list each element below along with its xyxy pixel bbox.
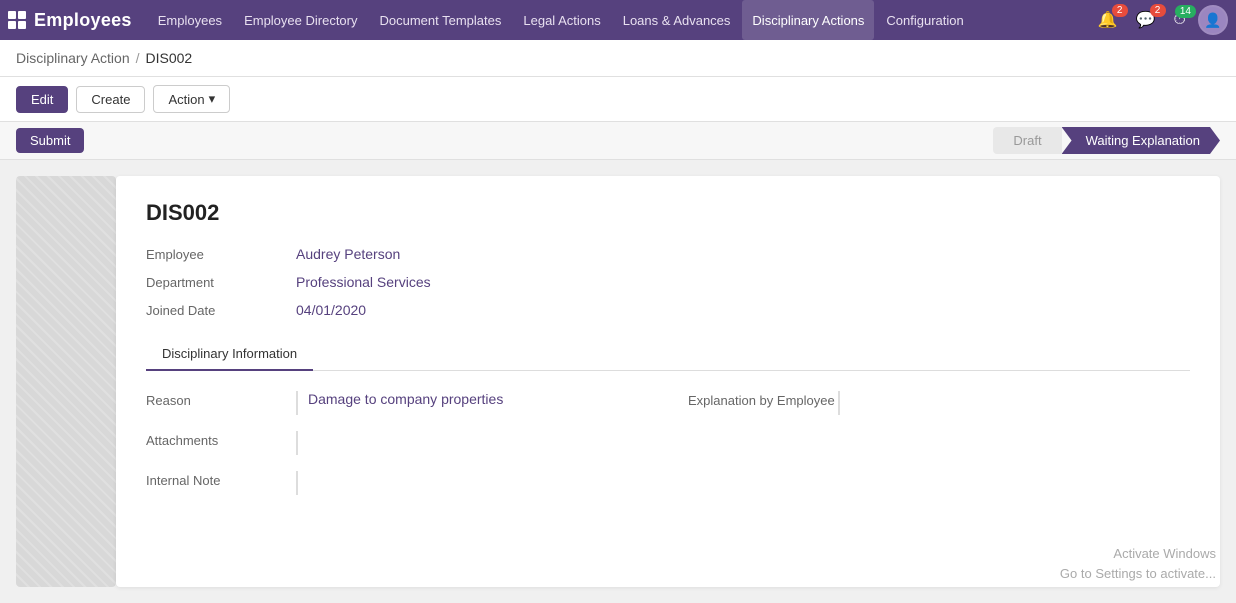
internal-note-value[interactable] [296,471,648,495]
create-button[interactable]: Create [76,86,145,113]
nav-loans-advances[interactable]: Loans & Advances [613,0,741,40]
department-value[interactable]: Professional Services [296,274,431,290]
joined-date-field-row: Joined Date 04/01/2020 [146,302,1190,318]
watermark: Activate Windows Go to Settings to activ… [1060,544,1216,583]
reason-label: Reason [146,391,296,408]
left-sidebar [16,176,116,587]
reason-field-row: Reason Damage to company properties [146,391,648,415]
joined-date-label: Joined Date [146,303,296,318]
toolbar: Edit Create Action ▾ [0,77,1236,122]
status-bar: Submit Draft Waiting Explanation [0,122,1236,160]
clock-badge: 14 [1175,5,1196,18]
avatar[interactable]: 👤 [1198,5,1228,35]
left-col: Reason Damage to company properties Atta… [146,391,648,511]
attachments-value[interactable] [296,431,648,455]
main-content: DIS002 Employee Audrey Peterson Departme… [0,160,1236,603]
explanation-label: Explanation by Employee [688,391,838,408]
notifications-button[interactable]: 🔔 2 [1092,6,1124,34]
tab-bar: Disciplinary Information [146,338,1190,371]
app-logo[interactable]: Employees [8,10,132,31]
action-button[interactable]: Action ▾ [153,85,230,113]
clock-button[interactable]: ⏱ 14 [1168,7,1192,33]
joined-date-value: 04/01/2020 [296,302,366,318]
department-label: Department [146,275,296,290]
nav-employee-directory[interactable]: Employee Directory [234,0,367,40]
nav-document-templates[interactable]: Document Templates [370,0,512,40]
breadcrumb-parent[interactable]: Disciplinary Action [16,50,130,66]
employee-label: Employee [146,247,296,262]
breadcrumb-current: DIS002 [146,50,193,66]
nav-configuration[interactable]: Configuration [876,0,973,40]
nav-legal-actions[interactable]: Legal Actions [513,0,610,40]
bell-badge: 2 [1112,4,1128,17]
attachments-field-row: Attachments [146,431,648,455]
internal-note-label: Internal Note [146,471,296,488]
watermark-line1: Activate Windows [1060,544,1216,564]
topbar: Employees Employees Employee Directory D… [0,0,1236,40]
action-chevron-icon: ▾ [209,91,216,107]
employee-field-row: Employee Audrey Peterson [146,246,1190,262]
main-nav: Employees Employee Directory Document Te… [148,0,1092,40]
nav-disciplinary-actions[interactable]: Disciplinary Actions [742,0,874,40]
employee-value[interactable]: Audrey Peterson [296,246,400,262]
submit-button[interactable]: Submit [16,128,84,153]
form-card: DIS002 Employee Audrey Peterson Departme… [116,176,1220,587]
chat-button[interactable]: 💬 2 [1130,6,1162,34]
nav-employees[interactable]: Employees [148,0,232,40]
edit-button[interactable]: Edit [16,86,68,113]
attachments-label: Attachments [146,431,296,448]
topbar-right: 🔔 2 💬 2 ⏱ 14 👤 [1092,5,1228,35]
status-draft[interactable]: Draft [993,127,1061,154]
explanation-field-row: Explanation by Employee [688,391,1190,415]
right-col: Explanation by Employee [688,391,1190,511]
reason-value[interactable]: Damage to company properties [296,391,648,415]
action-label: Action [168,92,204,107]
status-waiting-explanation[interactable]: Waiting Explanation [1062,127,1220,154]
breadcrumb-separator: / [136,50,140,66]
status-steps: Draft Waiting Explanation [993,127,1220,154]
internal-note-field-row: Internal Note [146,471,648,495]
record-title: DIS002 [146,200,1190,226]
chat-badge: 2 [1150,4,1166,17]
department-field-row: Department Professional Services [146,274,1190,290]
grid-icon [8,11,26,29]
app-name: Employees [34,10,132,31]
tab-content: Reason Damage to company properties Atta… [146,371,1190,511]
tab-two-col: Reason Damage to company properties Atta… [146,391,1190,511]
explanation-value[interactable] [838,391,1190,415]
watermark-line2: Go to Settings to activate... [1060,564,1216,584]
breadcrumb: Disciplinary Action / DIS002 [0,40,1236,77]
tab-disciplinary-info[interactable]: Disciplinary Information [146,338,313,371]
